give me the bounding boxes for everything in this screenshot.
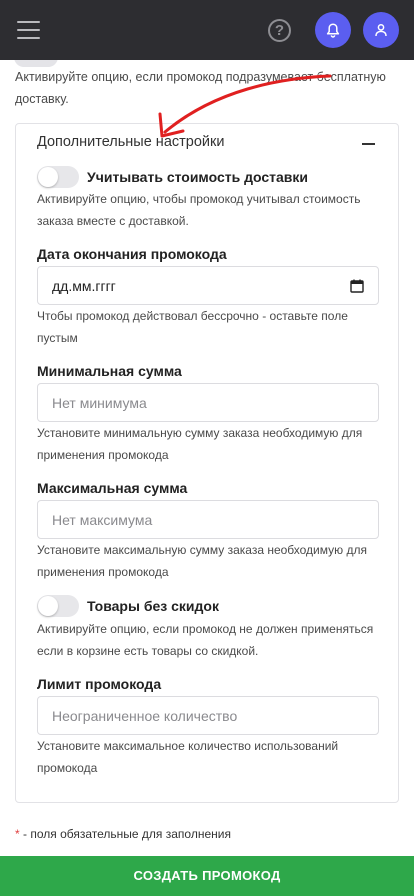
required-note-text: - поля обязательные для заполнения <box>19 827 231 841</box>
include-shipping-label: Учитывать стоимость доставки <box>87 169 309 185</box>
min-sum-label: Минимальная сумма <box>37 363 182 379</box>
end-date-label: Дата окончания промокода <box>37 246 227 262</box>
question-icon[interactable]: ? <box>268 19 291 42</box>
limit-hint: Установите максимальное количество испол… <box>37 739 339 775</box>
end-date-input[interactable]: дд.мм.гггг <box>37 266 379 305</box>
notifications-button[interactable] <box>315 12 351 48</box>
minus-icon[interactable] <box>362 143 375 145</box>
limit-input[interactable]: Неограниченное количество <box>37 696 379 735</box>
include-shipping-row[interactable]: Учитывать стоимость доставки <box>37 166 308 188</box>
no-discount-items-toggle[interactable] <box>37 595 79 617</box>
top-navbar: ? <box>0 0 414 60</box>
profile-button[interactable] <box>363 12 399 48</box>
max-sum-input[interactable]: Нет максимума <box>37 500 379 539</box>
include-shipping-hint: Активируйте опцию, чтобы промокод учитыв… <box>37 192 361 228</box>
additional-settings-panel: Дополнительные настройки Учитывать стоим… <box>15 123 399 803</box>
no-discount-items-hint: Активируйте опцию, если промокод не долж… <box>37 622 374 658</box>
min-sum-input[interactable]: Нет минимума <box>37 383 379 422</box>
bell-icon <box>326 22 340 38</box>
min-sum-placeholder: Нет минимума <box>52 394 147 411</box>
user-icon <box>375 24 387 37</box>
limit-placeholder: Неограниченное количество <box>52 707 238 724</box>
end-date-placeholder: дд.мм.гггг <box>52 277 116 294</box>
max-sum-label: Максимальная сумма <box>37 480 188 496</box>
end-date-hint: Чтобы промокод действовал бессрочно - ос… <box>37 309 348 345</box>
include-shipping-toggle[interactable] <box>37 166 79 188</box>
no-discount-items-label: Товары без скидок <box>87 598 219 614</box>
hamburger-icon[interactable] <box>17 21 40 39</box>
min-sum-hint: Установите минимальную сумму заказа необ… <box>37 426 363 462</box>
required-fields-note: * - поля обязательные для заполнения <box>15 827 231 841</box>
create-promocode-button[interactable]: СОЗДАТЬ ПРОМОКОД <box>0 856 414 896</box>
max-sum-placeholder: Нет максимума <box>52 511 153 528</box>
additional-settings-title[interactable]: Дополнительные настройки <box>37 134 224 150</box>
free-shipping-hint: Активируйте опцию, если промокод подразу… <box>15 70 386 106</box>
limit-label: Лимит промокода <box>37 676 162 692</box>
max-sum-hint: Установите максимальную сумму заказа нео… <box>37 543 367 579</box>
no-discount-items-row[interactable]: Товары без скидок <box>37 595 219 617</box>
calendar-icon[interactable] <box>350 279 364 293</box>
